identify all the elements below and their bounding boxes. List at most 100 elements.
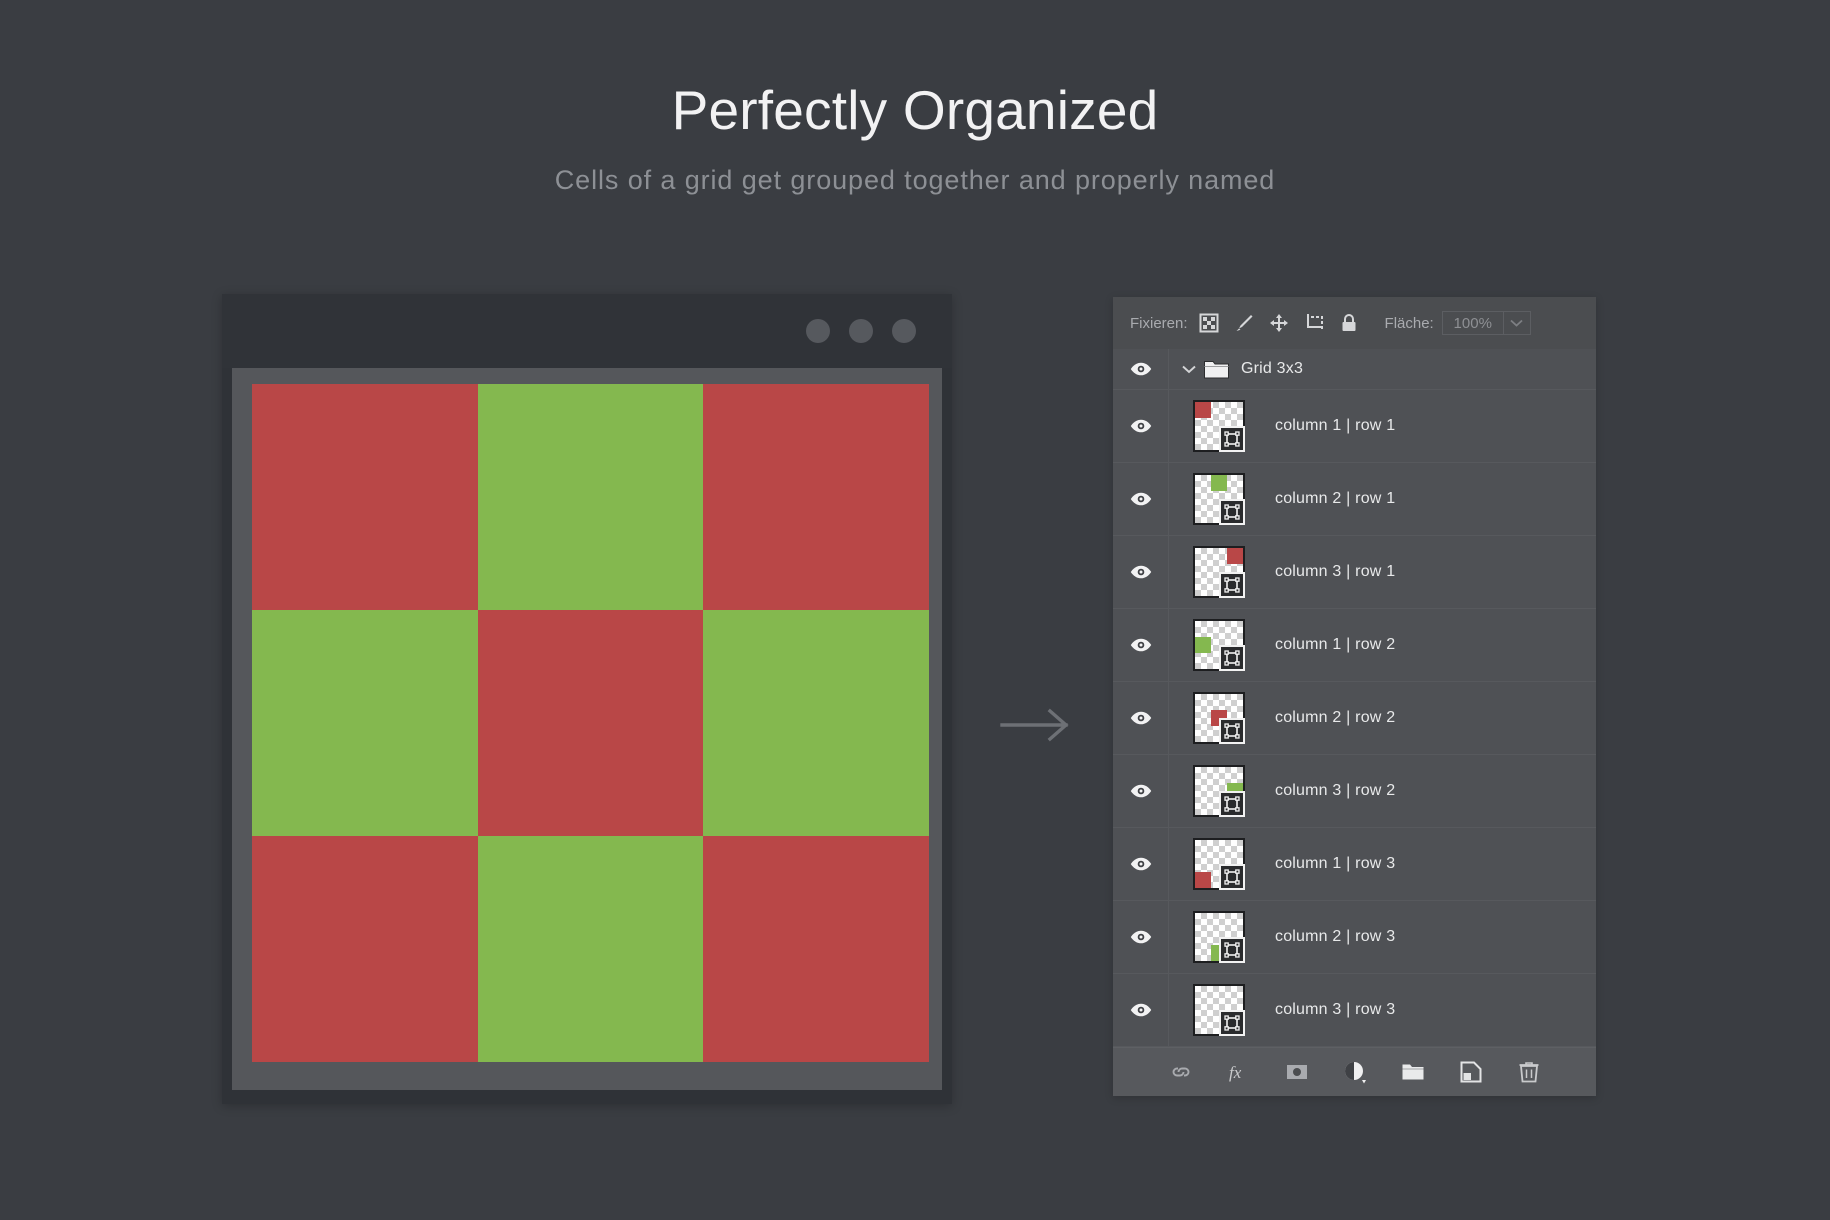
link-layers-button[interactable] [1169,1060,1193,1084]
layer-thumbnail[interactable] [1193,546,1245,598]
layer-name: column 3 | row 1 [1275,563,1396,580]
grid-cell [703,836,929,1062]
lock-image-pixels-icon[interactable] [1234,313,1254,333]
lock-position-icon[interactable] [1269,313,1289,333]
browser-titlebar [222,294,952,368]
layer-row[interactable]: column 1 | row 1 [1113,390,1596,463]
layer-visibility-toggle[interactable] [1113,828,1169,900]
layer-thumbnail[interactable] [1193,692,1245,744]
smart-object-icon [1219,499,1245,525]
layer-visibility-toggle[interactable] [1113,901,1169,973]
delete-layer-button[interactable] [1517,1060,1541,1084]
layer-thumbnail[interactable] [1193,838,1245,890]
smart-object-icon [1219,1010,1245,1036]
browser-viewport [232,368,942,1090]
arrow-right-icon [1000,705,1072,745]
thumbnail-swatch [1195,636,1211,653]
grid-cell [252,384,478,610]
grid-cell [477,836,704,1062]
layer-group-row[interactable]: Grid 3x3 [1113,349,1596,390]
layer-row[interactable]: column 2 | row 1 [1113,463,1596,536]
layer-thumbnail[interactable] [1193,984,1245,1036]
grid-cell [252,836,478,1062]
fill-opacity-control[interactable]: 100% [1441,311,1531,335]
layer-row[interactable]: column 3 | row 3 [1113,974,1596,1047]
new-adjustment-layer-button[interactable] [1343,1060,1367,1084]
heading-block: Perfectly Organized Cells of a grid get … [0,0,1830,196]
chevron-down-icon[interactable] [1182,365,1204,374]
layer-thumbnail[interactable] [1193,911,1245,963]
layer-list: Grid 3x3 column 1 | row 1 column 2 | row … [1113,349,1596,1047]
layer-group-body: Grid 3x3 [1169,359,1303,379]
new-layer-button[interactable] [1459,1060,1483,1084]
new-group-button[interactable] [1401,1060,1425,1084]
grid-cell [477,384,704,610]
svg-text:fx: fx [1229,1063,1242,1082]
add-layer-mask-button[interactable] [1285,1060,1309,1084]
grid-cell [252,610,478,836]
layer-row[interactable]: column 2 | row 2 [1113,682,1596,755]
layer-row[interactable]: column 1 | row 3 [1113,828,1596,901]
smart-object-icon [1219,937,1245,963]
browser-window-controls [806,319,916,343]
layer-name: column 1 | row 2 [1275,636,1396,653]
window-dot-3[interactable] [892,319,916,343]
thumbnail-swatch [1210,475,1227,491]
layer-name: column 2 | row 2 [1275,709,1396,726]
grid-3x3 [252,384,929,1062]
folder-icon [1204,359,1241,379]
thumbnail-swatch [1195,871,1211,888]
browser-window-mockup [222,294,952,1104]
thumbnail-swatch [1195,402,1211,418]
layer-thumbnail[interactable] [1193,765,1245,817]
layers-panel: Fixieren: Fläche: 100% Grid 3x3 column 1… [1113,297,1596,1096]
fill-value-input[interactable]: 100% [1441,311,1504,335]
layer-name: column 3 | row 2 [1275,782,1396,799]
layer-visibility-toggle[interactable] [1113,536,1169,608]
grid-cell [477,610,704,836]
layer-group-name: Grid 3x3 [1241,360,1304,377]
lock-artboard-nesting-icon[interactable] [1304,313,1324,333]
thumbnail-swatch [1226,548,1243,564]
layer-visibility-toggle[interactable] [1113,974,1169,1046]
layer-thumbnail[interactable] [1193,619,1245,671]
layer-row[interactable]: column 3 | row 1 [1113,536,1596,609]
layer-visibility-toggle[interactable] [1113,755,1169,827]
lock-label: Fixieren: [1130,314,1188,332]
layer-row[interactable]: column 3 | row 2 [1113,755,1596,828]
window-dot-1[interactable] [806,319,830,343]
layer-name: column 2 | row 1 [1275,490,1396,507]
layer-visibility-toggle[interactable] [1113,682,1169,754]
smart-object-icon [1219,572,1245,598]
smart-object-icon [1219,645,1245,671]
grid-cell [703,384,929,610]
window-dot-2[interactable] [849,319,873,343]
fill-label: Fläche: [1384,314,1434,332]
layer-visibility-toggle[interactable] [1113,463,1169,535]
smart-object-icon [1219,426,1245,452]
lock-options-group [1199,313,1359,333]
grid-cell [703,610,929,836]
layers-panel-footer: fx [1113,1047,1596,1096]
chevron-down-icon[interactable] [1503,311,1531,335]
page-title: Perfectly Organized [671,79,1159,141]
lock-all-icon[interactable] [1339,313,1359,333]
layer-visibility-toggle[interactable] [1113,390,1169,462]
smart-object-icon [1219,791,1245,817]
layer-style-button[interactable]: fx [1227,1060,1251,1084]
group-visibility-toggle[interactable] [1113,349,1169,389]
layer-thumbnail[interactable] [1193,400,1245,452]
layers-panel-header: Fixieren: Fläche: 100% [1113,297,1596,349]
page-subtitle: Cells of a grid get grouped together and… [554,164,1276,195]
smart-object-icon [1219,718,1245,744]
smart-object-icon [1219,864,1245,890]
layer-name: column 1 | row 1 [1275,417,1396,434]
layer-row[interactable]: column 1 | row 2 [1113,609,1596,682]
layer-name: column 2 | row 3 [1275,928,1396,945]
layer-name: column 1 | row 3 [1275,855,1396,872]
layer-thumbnail[interactable] [1193,473,1245,525]
layer-name: column 3 | row 3 [1275,1001,1396,1018]
layer-row[interactable]: column 2 | row 3 [1113,901,1596,974]
layer-visibility-toggle[interactable] [1113,609,1169,681]
lock-transparent-pixels-icon[interactable] [1199,313,1219,333]
